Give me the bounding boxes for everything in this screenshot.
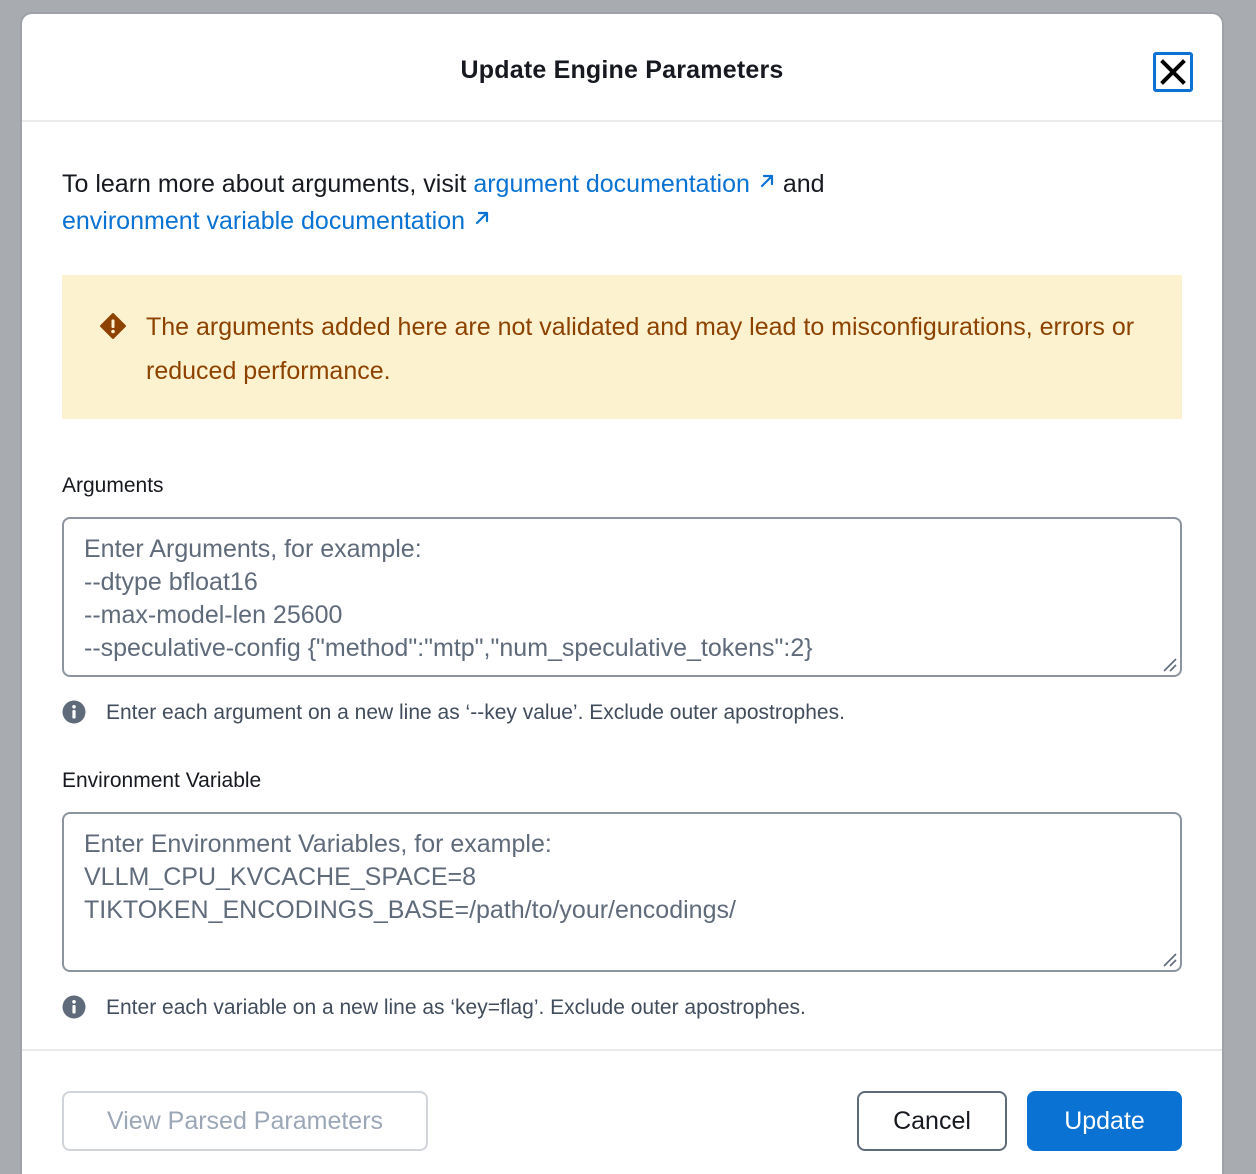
- external-link-icon: [760, 174, 773, 188]
- intro-middle: and: [775, 170, 825, 198]
- environment-variable-documentation-link[interactable]: environment variable documentation: [62, 207, 491, 235]
- dialog-footer: View Parsed Parameters Cancel Update: [22, 1049, 1222, 1174]
- intro-prefix: To learn more about arguments, visit: [62, 170, 474, 198]
- dialog-title: Update Engine Parameters: [460, 56, 784, 84]
- close-icon: [1160, 59, 1186, 85]
- environment-variable-label: Environment Variable: [62, 769, 262, 792]
- view-parsed-parameters-button[interactable]: View Parsed Parameters: [62, 1091, 428, 1151]
- info-icon: [62, 995, 86, 1019]
- argument-documentation-link[interactable]: argument documentation: [473, 170, 776, 198]
- cancel-button[interactable]: Cancel: [857, 1091, 1007, 1151]
- environment-variable-field: [62, 812, 1182, 972]
- dialog-header: Update Engine Parameters: [22, 14, 1222, 122]
- arguments-hint-text: Enter each argument on a new line as ‘--…: [106, 701, 845, 724]
- warning-alert: The arguments added here are not validat…: [62, 275, 1182, 419]
- intro-text: To learn more about arguments, visit arg…: [62, 166, 1182, 240]
- close-button[interactable]: [1153, 52, 1193, 92]
- environment-variable-documentation-link-label: environment variable documentation: [62, 207, 466, 235]
- warning-icon: [100, 313, 126, 339]
- update-engine-parameters-dialog: Update Engine Parameters To learn more a…: [22, 14, 1222, 1174]
- arguments-field: [62, 517, 1182, 677]
- update-button[interactable]: Update: [1027, 1091, 1182, 1151]
- argument-documentation-link-label: argument documentation: [473, 170, 750, 198]
- arguments-textarea[interactable]: [64, 519, 1180, 675]
- warning-alert-text: The arguments added here are not validat…: [146, 313, 1135, 385]
- arguments-label: Arguments: [62, 474, 164, 497]
- resize-handle-icon[interactable]: [1161, 656, 1177, 672]
- environment-variable-hint-text: Enter each variable on a new line as ‘ke…: [106, 996, 806, 1019]
- external-link-icon: [475, 211, 489, 225]
- info-icon: [62, 700, 86, 724]
- environment-variable-textarea[interactable]: [64, 814, 1180, 970]
- resize-handle-icon[interactable]: [1161, 951, 1177, 967]
